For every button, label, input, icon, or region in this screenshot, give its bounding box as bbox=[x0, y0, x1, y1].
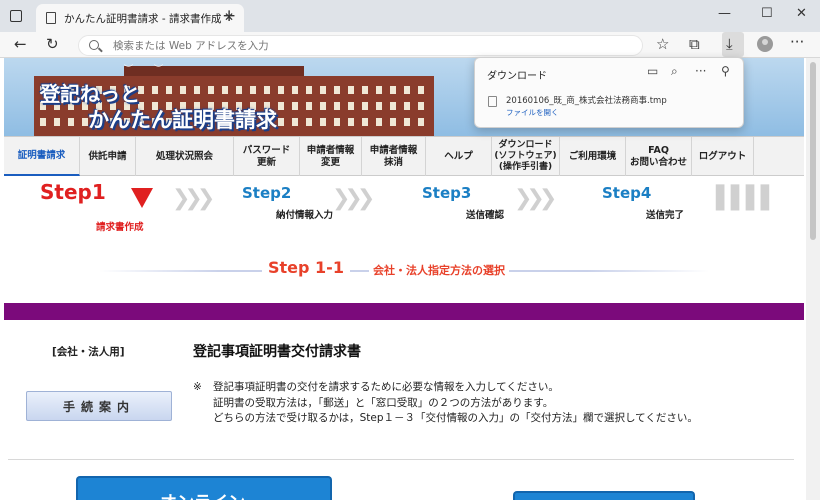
browser-tab[interactable]: かんたん証明書請求 - 請求書作成 ✕ bbox=[36, 4, 244, 32]
step-end-bars-icon: ▌▌▌▌ bbox=[716, 186, 778, 211]
nav-environment[interactable]: ご利用環境 bbox=[560, 137, 626, 176]
search-icon bbox=[89, 40, 99, 50]
nav-applicant-delete[interactable]: 申請者情報 抹消 bbox=[362, 137, 426, 176]
secondary-method-button[interactable] bbox=[513, 491, 695, 500]
bird-icon: ︶ bbox=[154, 65, 164, 75]
step-3-label: Step3 bbox=[422, 184, 472, 202]
bird-icon: ︶ bbox=[124, 65, 134, 75]
step-1-label: Step1 bbox=[40, 180, 106, 204]
close-window-button[interactable]: ✕ bbox=[796, 6, 807, 21]
section-bar bbox=[4, 303, 804, 320]
step-4-label: Step4 bbox=[602, 184, 652, 202]
download-icon: ⤓ bbox=[726, 35, 733, 53]
download-button[interactable]: ⤓ bbox=[722, 32, 744, 57]
page-scrollbar[interactable] bbox=[806, 58, 820, 500]
form-title: 登記事項証明書交付請求書 bbox=[193, 344, 361, 360]
chevron-right-icon: ❯❯❯ bbox=[172, 186, 215, 211]
procedure-guide-button[interactable]: 手続案内 bbox=[26, 391, 172, 421]
section-heading: Step 1-1 会社・法人指定方法の選択 bbox=[4, 258, 804, 282]
more-menu-icon[interactable]: ··· bbox=[790, 33, 804, 51]
nav-applicant-change[interactable]: 申請者情報 変更 bbox=[300, 137, 362, 176]
chevron-right-icon: ❯❯❯ bbox=[332, 186, 375, 211]
step-2-label: Step2 bbox=[242, 184, 292, 202]
scrollbar-thumb[interactable] bbox=[810, 62, 816, 240]
note-line-1: 登記事項証明書の交付を請求するために必要な情報を入力してください。 bbox=[213, 381, 559, 393]
address-input[interactable] bbox=[113, 38, 613, 54]
step-indicator: Step1 請求書作成 ❯❯❯ Step2 納付情報入力 ❯❯❯ Step3 送… bbox=[4, 176, 804, 240]
pin-icon[interactable]: ⚲ bbox=[721, 64, 730, 78]
content-divider bbox=[8, 459, 794, 460]
more-options-icon[interactable]: ··· bbox=[695, 64, 706, 78]
download-file-name[interactable]: 20160106_既_商_株式会社法務商事.tmp bbox=[506, 94, 667, 106]
browser-titlebar: かんたん証明書請求 - 請求書作成 ✕ + — ☐ ✕ bbox=[0, 0, 820, 32]
page-favicon-icon bbox=[46, 12, 56, 24]
form-notes: ※ 登記事項証明書の交付を請求するために必要な情報を入力してください。 証明書の受… bbox=[193, 380, 698, 427]
tab-actions-icon[interactable] bbox=[10, 10, 22, 22]
maximize-button[interactable]: ☐ bbox=[761, 6, 773, 21]
site-logo-line1: 登記ねっと bbox=[40, 82, 140, 106]
step-1-sub: 請求書作成 bbox=[96, 222, 144, 233]
back-button[interactable]: ← bbox=[14, 35, 27, 53]
nav-password-update[interactable]: パスワード 更新 bbox=[234, 137, 300, 176]
address-bar[interactable] bbox=[78, 35, 643, 56]
collections-icon[interactable]: ⧉ bbox=[689, 35, 700, 53]
nav-help[interactable]: ヘルプ bbox=[426, 137, 492, 176]
section-step-label: Step 1-1 bbox=[262, 258, 350, 277]
profile-avatar-icon[interactable] bbox=[757, 36, 773, 52]
current-step-marker-icon bbox=[131, 188, 153, 208]
step-3-sub: 送信確認 bbox=[466, 210, 505, 221]
step-4-sub: 送信完了 bbox=[646, 210, 685, 221]
online-button-label: オンライン bbox=[160, 488, 245, 500]
tab-title: かんたん証明書請求 - 請求書作成 bbox=[64, 13, 222, 25]
nav-logout[interactable]: ログアウト bbox=[692, 137, 754, 176]
online-button[interactable]: オンライン bbox=[76, 476, 332, 500]
minimize-button[interactable]: — bbox=[718, 6, 731, 21]
nav-download[interactable]: ダウンロード (ソフトウェア) (操作手引書) bbox=[492, 137, 560, 176]
search-downloads-icon[interactable]: ⌕ bbox=[671, 64, 678, 79]
nav-deposit-application[interactable]: 供託申請 bbox=[80, 137, 136, 176]
new-tab-button[interactable]: + bbox=[222, 6, 236, 26]
open-folder-icon[interactable]: ▭ bbox=[647, 64, 658, 78]
section-name: 会社・法人指定方法の選択 bbox=[369, 262, 509, 278]
open-file-link[interactable]: ファイルを開く bbox=[506, 107, 559, 118]
note-line-2: 証明書の受取方法は，「郵送」と「窓口受取」の２つの方法があります。 bbox=[213, 396, 554, 409]
downloads-flyout: ダウンロード ▭ ⌕ ··· ⚲ 20160106_既_商_株式会社法務商事.t… bbox=[474, 57, 744, 128]
chevron-right-icon: ❯❯❯ bbox=[514, 186, 557, 211]
step-2-sub: 納付情報入力 bbox=[276, 210, 334, 221]
form-category: [会社・法人用] bbox=[52, 346, 125, 358]
nav-certificate-request[interactable]: 証明書請求 bbox=[4, 137, 80, 176]
reload-button[interactable]: ↻ bbox=[46, 35, 59, 53]
nav-status-inquiry[interactable]: 処理状況照会 bbox=[136, 137, 234, 176]
downloads-title: ダウンロード bbox=[487, 71, 547, 82]
note-mark: ※ bbox=[193, 381, 202, 393]
note-line-3: どちらの方法で受け取るかは，Step１－３「交付情報の入力」の「交付方法」欄で選… bbox=[213, 412, 698, 424]
favorites-star-icon[interactable]: ☆ bbox=[656, 35, 669, 53]
main-nav: 証明書請求 供託申請 処理状況照会 パスワード 更新 申請者情報 変更 申請者情… bbox=[4, 136, 804, 176]
nav-faq[interactable]: FAQ お問い合わせ bbox=[626, 137, 692, 176]
browser-toolbar: ← ↻ ☆ ⧉ ⤓ ··· bbox=[0, 32, 820, 58]
site-logo-line2: かんたん証明書請求 bbox=[88, 108, 277, 132]
file-icon bbox=[488, 96, 497, 107]
